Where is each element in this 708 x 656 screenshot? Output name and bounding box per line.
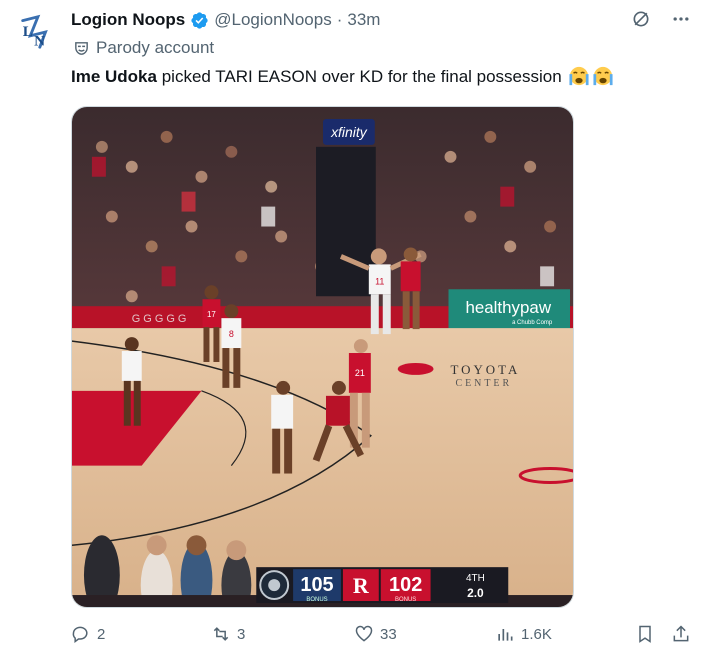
handle[interactable]: @LogionNoops	[214, 10, 331, 30]
svg-text:N: N	[34, 32, 45, 49]
home-bonus: BONUS	[395, 597, 416, 603]
repost-button[interactable]: 3	[211, 624, 245, 644]
healthypaw-sub: a Chubb Comp	[512, 320, 553, 326]
home-score: 102	[389, 574, 422, 596]
xfinity-sign-text: xfinity	[330, 124, 368, 140]
like-count: 33	[380, 625, 397, 643]
grok-icon[interactable]	[630, 8, 652, 30]
bookmark-button[interactable]	[635, 624, 655, 644]
view-count: 1.6K	[521, 625, 552, 643]
reply-icon	[72, 626, 88, 643]
views-button[interactable]: 1.6K	[495, 624, 552, 644]
action-bar: 2 3 33 1.6K	[71, 624, 696, 646]
away-score: 105	[300, 574, 333, 596]
more-icon[interactable]	[670, 8, 692, 30]
repost-count: 3	[237, 625, 246, 643]
verified-badge-icon[interactable]	[190, 11, 209, 30]
timestamp[interactable]: 33m	[347, 10, 380, 30]
logo-icon: L N	[21, 14, 48, 49]
video-media[interactable]: xfinity G G G G G healthypaw a Chubb Com…	[71, 106, 574, 608]
parody-mask-icon	[75, 41, 88, 55]
display-name[interactable]: Logion Noops	[71, 10, 185, 30]
game-clock: 2.0	[467, 586, 484, 600]
svg-text:G G G G G: G G G G G	[132, 313, 187, 325]
jersey-number: 11	[375, 276, 384, 286]
reply-count: 2	[97, 625, 106, 643]
parody-text: Parody account	[96, 38, 215, 57]
period: 4TH	[466, 573, 485, 584]
separator-dot: ·	[336, 10, 343, 29]
crying-emoji-icon	[593, 66, 613, 86]
away-bonus: BONUS	[306, 597, 327, 603]
tweet-header: Logion Noops @LogionNoops · 33m	[71, 10, 380, 30]
like-button[interactable]: 33	[354, 624, 397, 644]
share-button[interactable]	[671, 624, 691, 644]
reply-button[interactable]: 2	[71, 624, 105, 644]
healthypaw-text: healthypaw	[465, 298, 551, 317]
tweet-text: Ime Udoka picked TARI EASON over KD for …	[71, 66, 614, 88]
svg-text:R: R	[353, 573, 370, 598]
author-avatar[interactable]: L N	[16, 12, 56, 52]
scoreboard: 105 BONUS R 102 BONUS 4TH 2.0	[256, 567, 509, 603]
jersey-number: 21	[355, 368, 365, 378]
share-icon	[673, 625, 689, 642]
repost-icon	[213, 627, 229, 641]
svg-text:L: L	[23, 23, 33, 40]
crying-emoji-icon	[569, 66, 589, 86]
views-icon	[498, 629, 513, 641]
jersey-number: 8	[229, 329, 234, 339]
jersey-number: 17	[207, 310, 216, 319]
tweet-body: picked TARI EASON over KD for the final …	[156, 67, 562, 86]
bookmark-icon	[639, 625, 651, 643]
like-icon	[355, 625, 373, 642]
mention-name: Ime Udoka	[71, 67, 157, 86]
parody-label: Parody account	[73, 38, 214, 58]
center-text: CENTER	[455, 378, 512, 389]
toyota-text: TOYOTA	[450, 362, 520, 377]
